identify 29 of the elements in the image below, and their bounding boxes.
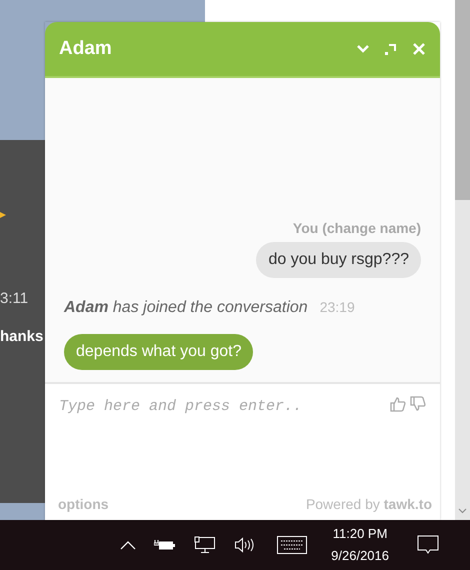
- clock-date: 9/26/2016: [331, 547, 389, 565]
- message-input[interactable]: Type here and press enter..: [59, 396, 390, 418]
- taskbar-clock[interactable]: 11:20 PM 9/26/2016: [319, 523, 401, 567]
- speaker-icon: [234, 537, 256, 553]
- powered-by-text: Powered by tawk.to: [306, 494, 432, 514]
- clock-time: 11:20 PM: [332, 525, 388, 543]
- minimize-button[interactable]: [356, 44, 370, 54]
- caret-up-icon: [120, 540, 136, 550]
- popout-button[interactable]: [384, 42, 398, 56]
- timestamp: 3:11: [0, 289, 28, 309]
- expand-icon: [384, 42, 398, 56]
- close-icon: [412, 42, 426, 56]
- keyboard-icon: [277, 536, 308, 554]
- scrollbar-thumb[interactable]: [455, 0, 470, 200]
- chevron-down-icon: [356, 44, 370, 54]
- close-button[interactable]: [412, 42, 426, 56]
- visitor-message: do you buy rsgp???: [256, 242, 421, 278]
- thumbs-up-icon[interactable]: [390, 396, 406, 412]
- message-text: hanks: [0, 327, 44, 347]
- thumbs-down-icon[interactable]: [410, 396, 426, 412]
- agent-message: depends what you got?: [64, 334, 254, 370]
- speech-bubble-icon: [417, 535, 439, 555]
- chat-title: Adam: [59, 36, 113, 61]
- timestamp: 23:19: [320, 298, 355, 317]
- sender-name[interactable]: You (change name): [292, 218, 421, 239]
- join-notice: Adam has joined the conversation: [64, 298, 308, 318]
- monitor-icon: [194, 536, 216, 554]
- battery-icon: [154, 538, 176, 552]
- options-link[interactable]: options: [58, 494, 109, 514]
